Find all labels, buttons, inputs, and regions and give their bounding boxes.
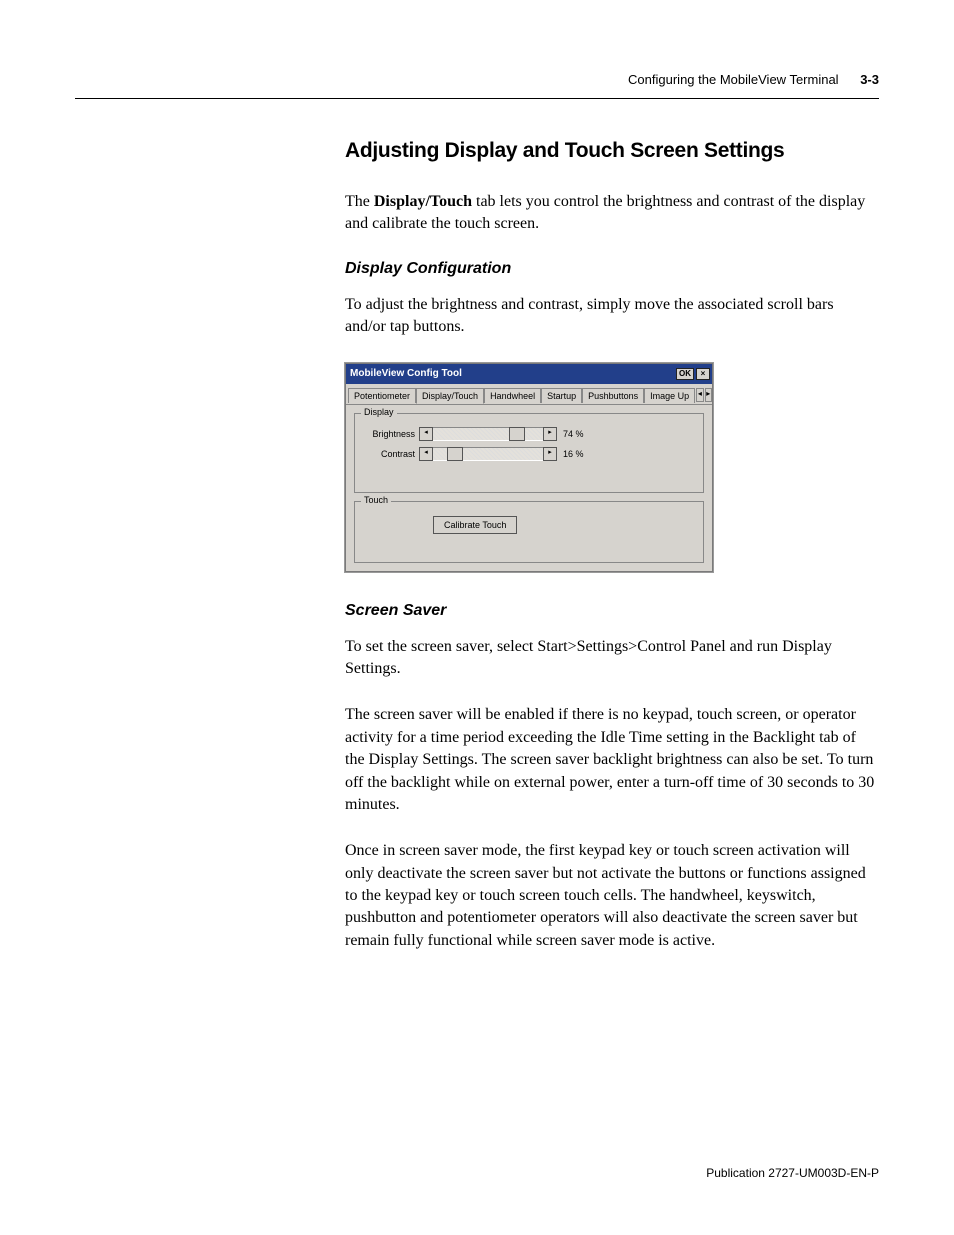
tab-scroll-left[interactable]: ◂ <box>696 388 703 402</box>
config-tool-window: MobileView Config Tool OK × Potentiomete… <box>345 363 713 572</box>
tab-startup[interactable]: Startup <box>541 388 582 403</box>
publication-footer: Publication 2727-UM003D-EN-P <box>706 1166 879 1180</box>
brightness-slider[interactable] <box>433 427 543 441</box>
tab-handwheel[interactable]: Handwheel <box>484 388 541 403</box>
brightness-label: Brightness <box>363 429 419 439</box>
screen-saver-p2: The screen saver will be enabled if ther… <box>345 704 875 816</box>
brightness-value: 74 % <box>563 429 593 439</box>
contrast-inc-button[interactable]: ▸ <box>543 447 557 461</box>
group-touch-label: Touch <box>361 495 391 505</box>
brightness-inc-button[interactable]: ▸ <box>543 427 557 441</box>
display-config-heading: Display Configuration <box>345 260 875 278</box>
group-touch: Touch Calibrate Touch <box>354 501 704 563</box>
tab-scroll-right[interactable]: ▸ <box>705 388 712 402</box>
intro-pre: The <box>345 193 374 210</box>
tab-potentiometer[interactable]: Potentiometer <box>348 388 416 403</box>
page-header: Configuring the MobileView Terminal 3-3 <box>75 78 879 99</box>
brightness-dec-button[interactable]: ◂ <box>419 427 433 441</box>
contrast-slider[interactable] <box>433 447 543 461</box>
tab-image-up[interactable]: Image Up <box>644 388 695 403</box>
calibrate-touch-button[interactable]: Calibrate Touch <box>433 516 517 534</box>
contrast-dec-button[interactable]: ◂ <box>419 447 433 461</box>
tab-strip: Potentiometer Display/Touch Handwheel St… <box>346 384 712 405</box>
window-title: MobileView Config Tool <box>350 368 674 379</box>
group-display-label: Display <box>361 407 397 417</box>
titlebar: MobileView Config Tool OK × <box>346 364 712 384</box>
tab-display-touch[interactable]: Display/Touch <box>416 388 484 404</box>
section-heading: Adjusting Display and Touch Screen Setti… <box>345 139 875 163</box>
display-config-text: To adjust the brightness and contrast, s… <box>345 294 875 339</box>
contrast-label: Contrast <box>363 449 419 459</box>
running-title: Configuring the MobileView Terminal <box>628 72 839 87</box>
screen-saver-heading: Screen Saver <box>345 602 875 620</box>
group-display: Display Brightness ◂ ▸ 74 % Contrast <box>354 413 704 493</box>
section-intro: The Display/Touch tab lets you control t… <box>345 191 875 236</box>
intro-bold: Display/Touch <box>374 193 472 210</box>
screen-saver-p1: To set the screen saver, select Start>Se… <box>345 636 875 681</box>
close-button[interactable]: × <box>696 368 710 380</box>
ok-button[interactable]: OK <box>676 368 694 380</box>
tab-pushbuttons[interactable]: Pushbuttons <box>582 388 644 403</box>
screen-saver-p3: Once in screen saver mode, the first key… <box>345 840 875 952</box>
page-number: 3-3 <box>860 72 879 87</box>
contrast-value: 16 % <box>563 449 593 459</box>
